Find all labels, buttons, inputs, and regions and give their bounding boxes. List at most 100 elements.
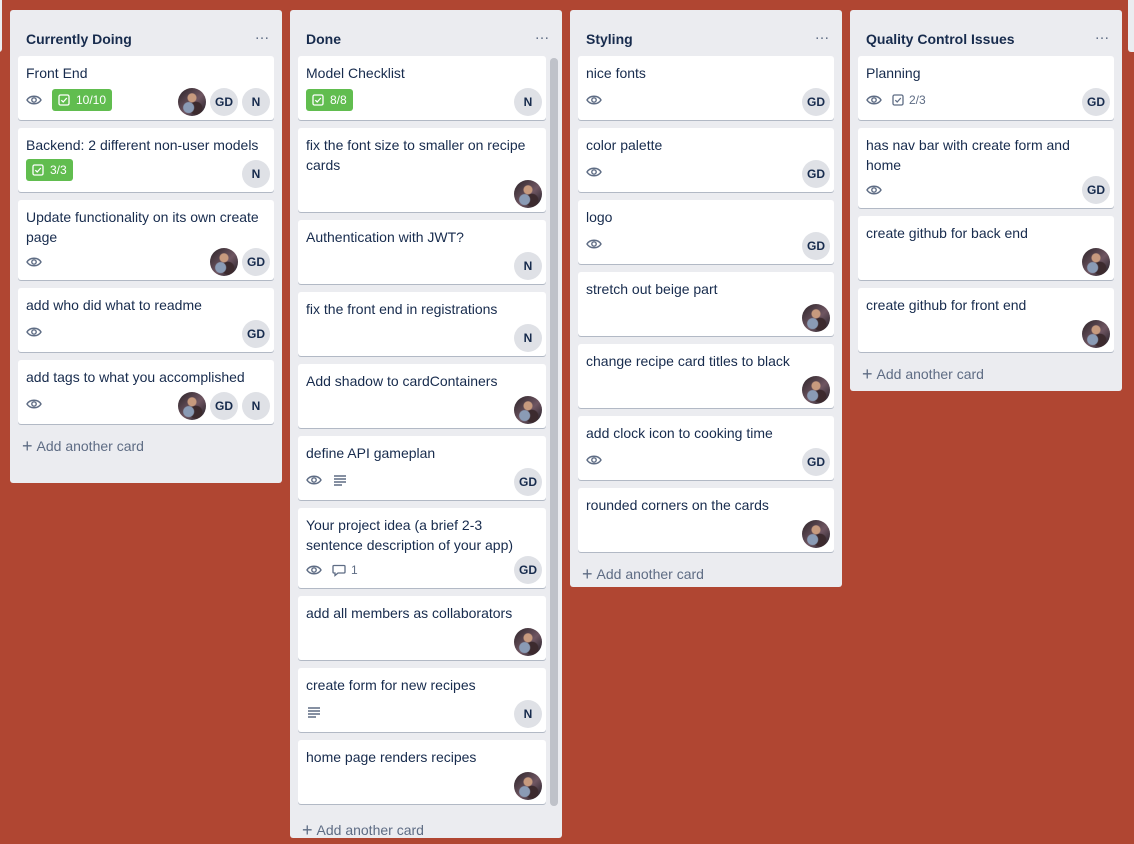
avatar[interactable] [802,304,830,332]
card[interactable]: fix the font size to smaller on recipe c… [298,128,546,212]
card-members [798,304,830,332]
card[interactable]: add who did what to readme GD [18,288,274,352]
card[interactable]: home page renders recipes [298,740,546,804]
scrollbar[interactable] [550,58,558,806]
add-card-button[interactable]: + Add another card [570,560,842,588]
avatar[interactable]: GD [1082,176,1110,204]
avatar[interactable] [178,88,206,116]
avatar[interactable]: GD [1082,88,1110,116]
scrollbar-thumb[interactable] [550,58,558,806]
card[interactable]: fix the front end in registrations N [298,292,546,356]
card-badges: 2/3 [866,88,1106,112]
avatar[interactable]: N [242,392,270,420]
card-title: Planning [866,65,921,81]
eye-icon [586,92,602,108]
add-card-label: Add another card [596,566,704,582]
card[interactable]: create github for back end [858,216,1114,280]
avatar[interactable] [178,392,206,420]
card[interactable]: nice fonts GD [578,56,834,120]
add-card-button[interactable]: + Add another card [850,360,1122,388]
list-header: Quality Control Issues … [850,10,1122,48]
avatar[interactable] [802,520,830,548]
avatar[interactable]: GD [802,160,830,188]
card-list: Planning 2/3 GD has nav bar with create … [858,56,1114,352]
list-title[interactable]: Styling [586,30,633,48]
list-title[interactable]: Quality Control Issues [866,30,1015,48]
card-members [1078,320,1110,348]
card-list: nice fonts GD color palette GD logo GD s… [578,56,834,552]
card[interactable]: logo GD [578,200,834,264]
avatar[interactable] [514,628,542,656]
avatar[interactable]: GD [802,88,830,116]
card[interactable]: Authentication with JWT? N [298,220,546,284]
ellipsis-icon[interactable]: … [815,27,831,42]
card-members: GD [798,88,830,116]
avatar[interactable] [802,376,830,404]
avatar[interactable]: GD [210,88,238,116]
card-members: GD [238,320,270,348]
card-members: GD [1078,88,1110,116]
add-card-button[interactable]: + Add another card [10,432,282,460]
card[interactable]: rounded corners on the cards [578,488,834,552]
card[interactable]: has nav bar with create form and home GD [858,128,1114,208]
card-badges [866,178,1106,202]
avatar[interactable]: N [514,700,542,728]
avatar[interactable] [514,396,542,424]
card[interactable]: Backend: 2 different non-user models 3/3… [18,128,274,192]
card-members: N [238,160,270,188]
card[interactable]: Model Checklist 8/8 N [298,56,546,120]
ellipsis-icon[interactable]: … [1095,27,1111,42]
add-card-button[interactable]: + Add another card [290,816,562,844]
card-badges [306,468,538,492]
card[interactable]: Planning 2/3 GD [858,56,1114,120]
list-title[interactable]: Done [306,30,341,48]
list-done: Done … Model Checklist 8/8 N fix the fon… [290,10,562,839]
card-title: home page renders recipes [306,749,477,765]
list-title[interactable]: Currently Doing [26,30,132,48]
card[interactable]: define API gameplan GD [298,436,546,500]
avatar[interactable]: GD [514,556,542,584]
card-members: GD [798,232,830,260]
avatar[interactable]: GD [242,248,270,276]
card[interactable]: change recipe card titles to black [578,344,834,408]
card[interactable]: Add shadow to cardContainers [298,364,546,428]
avatar[interactable] [1082,320,1110,348]
card-title: change recipe card titles to black [586,353,790,369]
avatar[interactable] [514,772,542,800]
card[interactable]: color palette GD [578,128,834,192]
avatar[interactable]: N [514,88,542,116]
card-list: Model Checklist 8/8 N fix the font size … [298,56,546,812]
card[interactable]: add tags to what you accomplished GD N [18,360,274,424]
avatar[interactable]: GD [514,468,542,496]
card[interactable]: create form for new recipes N [298,668,546,732]
avatar[interactable]: GD [802,448,830,476]
add-card-label: Add another card [316,822,424,838]
card-badges [586,160,826,184]
card[interactable]: Your project idea (a brief 2-3 sentence … [298,508,546,588]
avatar[interactable]: N [242,88,270,116]
avatar[interactable]: N [514,252,542,280]
card[interactable]: create github for front end [858,288,1114,352]
card[interactable]: add all members as collaborators [298,596,546,660]
card[interactable]: stretch out beige part [578,272,834,336]
card-badges [586,448,826,472]
list-styling: Styling … nice fonts GD color palette GD… [570,10,842,587]
card-badges [26,320,266,344]
avatar[interactable]: GD [242,320,270,348]
card[interactable]: Front End 10/10 GD N [18,56,274,120]
card[interactable]: add clock icon to cooking time GD [578,416,834,480]
avatar[interactable] [1082,248,1110,276]
avatar[interactable]: GD [802,232,830,260]
avatar[interactable] [210,248,238,276]
comment-icon [332,564,346,577]
avatar[interactable]: N [242,160,270,188]
next-list-edge [1128,0,1134,52]
ellipsis-icon[interactable]: … [255,27,271,42]
card[interactable]: Update functionality on its own create p… [18,200,274,280]
avatar[interactable]: N [514,324,542,352]
avatar[interactable]: GD [210,392,238,420]
card-title: Your project idea (a brief 2-3 sentence … [306,517,514,553]
card-members: GD [798,160,830,188]
ellipsis-icon[interactable]: … [535,27,551,42]
avatar[interactable] [514,180,542,208]
